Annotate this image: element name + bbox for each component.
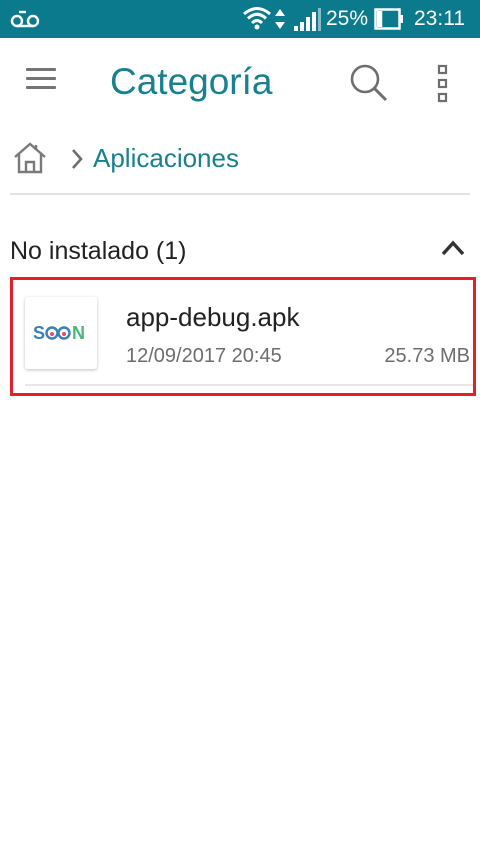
hamburger-menu-icon[interactable]	[26, 68, 56, 94]
page-title: Categoría	[110, 61, 273, 102]
section-title: No instalado (1)	[10, 237, 187, 265]
breadcrumb: Aplicaciones	[0, 130, 480, 190]
status-bar: 25% 23:11	[0, 0, 480, 38]
file-size: 25.73 MB	[384, 345, 470, 367]
apk-app-icon: S N	[25, 297, 97, 369]
home-icon[interactable]	[12, 140, 48, 176]
file-list-item[interactable]: S N app-debug.apk 12/09/2017 20:45 25.73…	[10, 277, 476, 396]
file-name: app-debug.apk	[126, 302, 300, 332]
more-vert-icon[interactable]	[436, 64, 450, 104]
breadcrumb-current[interactable]: Aplicaciones	[93, 142, 239, 174]
item-divider	[25, 384, 473, 386]
search-icon[interactable]	[348, 62, 390, 104]
battery-icon	[374, 8, 403, 30]
wifi-icon	[243, 7, 271, 30]
file-date: 12/09/2017 20:45	[126, 345, 282, 367]
app-bar: Categoría	[0, 38, 480, 126]
svg-text:N: N	[72, 323, 85, 343]
svg-text:S: S	[33, 323, 45, 343]
chevron-up-icon[interactable]	[440, 238, 466, 258]
signal-icon	[294, 8, 321, 31]
soon-logo-icon: S N	[33, 323, 85, 343]
chevron-right-icon	[72, 149, 83, 169]
battery-percent: 25%	[326, 7, 369, 30]
section-header[interactable]: No instalado (1)	[0, 228, 480, 274]
voicemail-icon	[10, 10, 40, 28]
clock: 23:11	[414, 7, 465, 30]
data-arrows-icon	[275, 9, 285, 29]
breadcrumb-divider	[10, 193, 470, 195]
